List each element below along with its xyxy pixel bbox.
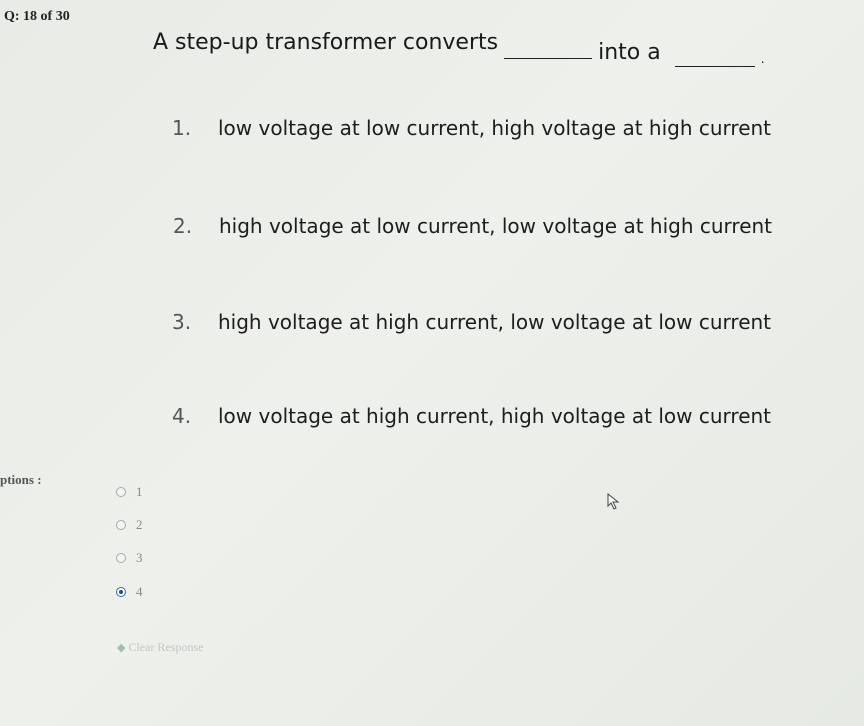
choice-label: 1 bbox=[136, 484, 143, 499]
blank-1 bbox=[504, 57, 593, 59]
eraser-icon: ◆ bbox=[117, 642, 126, 654]
option-number: 1. bbox=[172, 116, 192, 140]
radio-button[interactable] bbox=[116, 487, 126, 497]
answer-choice-3[interactable]: 3 bbox=[116, 550, 143, 566]
option-2: 2. high voltage at low current, low volta… bbox=[173, 214, 772, 238]
option-text: low voltage at high current, high voltag… bbox=[218, 404, 772, 428]
option-4: 4. low voltage at high current, high volt… bbox=[172, 404, 771, 428]
radio-button[interactable] bbox=[116, 553, 126, 563]
answer-choice-4[interactable]: 4 bbox=[116, 584, 143, 600]
option-text: low voltage at low current, high voltage… bbox=[218, 116, 772, 140]
option-3: 3. high voltage at high current, low volt… bbox=[172, 310, 771, 334]
option-text: high voltage at high current, low voltag… bbox=[218, 310, 772, 334]
choice-label: 2 bbox=[136, 517, 143, 532]
question-part-2: into a bbox=[598, 40, 661, 65]
choice-label: 3 bbox=[136, 550, 143, 565]
option-number: 4. bbox=[172, 404, 192, 428]
question-counter: Q: 18 of 30 bbox=[4, 9, 70, 24]
clear-response-label: Clear Response bbox=[128, 640, 204, 654]
question-text: A step-up transformer converts into a. bbox=[153, 26, 853, 67]
options-label: ptions : bbox=[0, 472, 42, 487]
radio-button[interactable] bbox=[116, 520, 126, 530]
clear-response-button[interactable]: ◆ Clear Response bbox=[117, 640, 203, 655]
radio-button-selected[interactable] bbox=[116, 587, 126, 597]
blank-2 bbox=[674, 65, 755, 67]
option-text: high voltage at low current, low voltage… bbox=[219, 214, 773, 238]
option-number: 2. bbox=[173, 214, 193, 238]
choice-label: 4 bbox=[136, 584, 143, 599]
option-1: 1. low voltage at low current, high volta… bbox=[172, 116, 771, 140]
answer-choice-2[interactable]: 2 bbox=[116, 517, 143, 533]
question-part-1: A step-up transformer converts bbox=[153, 30, 499, 55]
answer-choice-1[interactable]: 1 bbox=[116, 484, 143, 500]
question-part-3: . bbox=[760, 52, 765, 66]
option-number: 3. bbox=[172, 310, 192, 334]
mouse-cursor-icon bbox=[607, 493, 620, 510]
